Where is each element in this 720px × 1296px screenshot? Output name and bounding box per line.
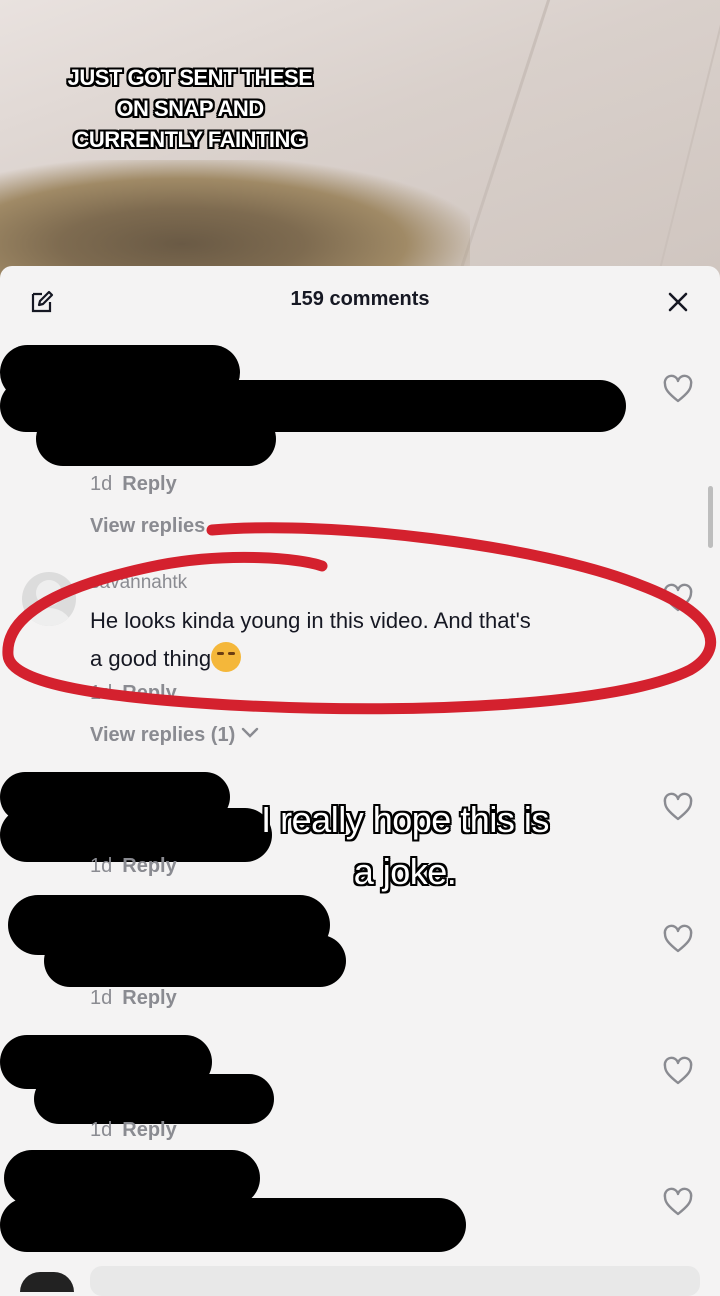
comment-text-line: He looks kinda young in this video. And … [90,608,531,633]
comments-count: 159 comments [290,288,430,310]
subtitle-line: a joke. [353,851,457,892]
comment-text-end: a good thing [90,646,212,671]
chevron-down-icon [241,727,259,738]
comment-meta: 1d Reply [90,987,177,1010]
reply-button[interactable]: Reply [122,1119,176,1141]
video-background[interactable]: JUST GOT SENT THESE ON SNAP AND CURRENTL… [0,0,720,300]
comment-time: 1d [90,1119,113,1141]
video-subtitle: I really hope this is a joke. [200,794,610,898]
comment-username[interactable]: savannahtk [90,572,187,594]
comment-meta: 1d Reply [90,1119,177,1142]
subtitle-line: I really hope this is [261,799,549,840]
heart-icon[interactable] [662,792,694,822]
heart-icon[interactable] [662,374,694,404]
reply-button[interactable]: Reply [122,987,176,1009]
redaction-scribble [34,1074,274,1124]
avatar[interactable] [22,572,76,626]
redaction-scribble [0,1198,466,1252]
caption-line: ON SNAP AND [116,96,264,121]
comment-meta: 1d Reply [90,682,177,705]
view-replies-button[interactable]: View replies [90,515,205,538]
comment-meta: 1d Reply [90,855,177,878]
close-icon[interactable] [666,290,690,314]
comment-time: 1d [90,682,113,704]
comment-time: 1d [90,855,113,877]
heart-icon[interactable] [662,1056,694,1086]
comment-text: He looks kinda young in this video. And … [90,602,650,678]
wall-line [650,0,720,300]
scrollbar[interactable] [708,486,713,548]
video-caption: JUST GOT SENT THESE ON SNAP AND CURRENTL… [20,62,360,155]
view-replies-label: View replies (1) [90,724,236,746]
view-replies-button[interactable]: View replies (1) [90,724,259,747]
comment-time: 1d [90,473,113,495]
heart-icon[interactable] [662,924,694,954]
redaction-scribble [44,935,346,987]
caption-line: CURRENTLY FAINTING [73,127,307,152]
comment-time: 1d [90,987,113,1009]
comment-meta: 1d Reply [90,473,177,496]
reply-button[interactable]: Reply [122,855,176,877]
caption-line: JUST GOT SENT THESE [67,65,313,90]
comments-header: 159 comments [0,266,720,336]
reply-button[interactable]: Reply [122,473,176,495]
reply-button[interactable]: Reply [122,682,176,704]
smirking-face-emoji [211,642,242,672]
comment-text-line: a good thing [90,640,650,678]
heart-icon[interactable] [662,1187,694,1217]
redaction-scribble [36,412,276,466]
add-comment-input[interactable] [90,1266,700,1296]
user-avatar[interactable] [20,1272,74,1292]
heart-icon[interactable] [662,583,694,613]
